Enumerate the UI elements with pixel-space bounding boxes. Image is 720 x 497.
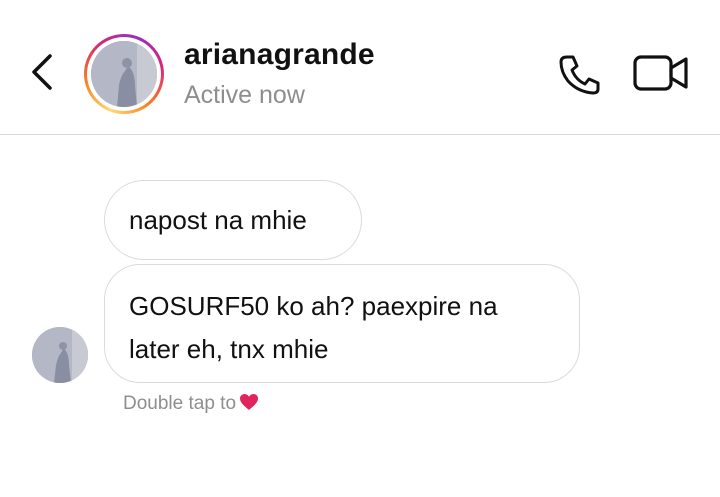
profile-avatar-story-ring[interactable] xyxy=(84,34,164,114)
active-status: Active now xyxy=(184,81,305,109)
heart-icon xyxy=(239,393,259,417)
double-tap-hint: Double tap to xyxy=(123,393,259,417)
sender-avatar[interactable] xyxy=(32,327,88,383)
avatar-photo xyxy=(32,327,88,383)
avatar xyxy=(91,41,157,107)
phone-icon xyxy=(559,55,600,95)
message-bubble[interactable]: napost na mhie xyxy=(104,180,362,260)
chat-username[interactable]: arianagrande xyxy=(184,38,375,72)
audio-call-button[interactable] xyxy=(556,52,604,96)
chat-header: arianagrande Active now xyxy=(0,0,720,135)
hint-text: Double tap to xyxy=(123,393,237,414)
video-camera-icon xyxy=(633,55,688,91)
video-call-button[interactable] xyxy=(632,52,690,94)
avatar-ring-gap xyxy=(87,37,161,111)
chevron-left-icon xyxy=(32,54,52,90)
back-button[interactable] xyxy=(22,52,62,92)
avatar-photo xyxy=(91,41,157,107)
chat-screen: arianagrande Active now napost na mhie G… xyxy=(0,0,720,497)
message-bubble[interactable]: GOSURF50 ko ah? paexpire na later eh, tn… xyxy=(104,264,580,383)
